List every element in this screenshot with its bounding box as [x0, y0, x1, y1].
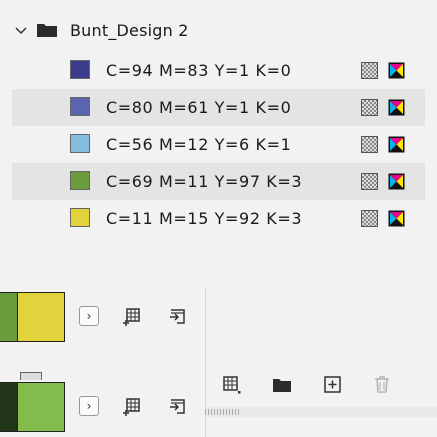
swatch-color-chip: [70, 171, 90, 190]
fill-swatch-panel: ›: [0, 382, 205, 434]
global-color-icon: [361, 62, 378, 79]
swatch-row[interactable]: C=80 M=61 Y=1 K=0: [12, 89, 425, 126]
cmyk-mode-icon: [388, 210, 405, 227]
new-swatch-icon[interactable]: [323, 375, 343, 395]
fill-swatch-panel: ›: [0, 292, 205, 344]
swatch-row[interactable]: C=56 M=12 Y=6 K=1: [12, 126, 425, 163]
swatches-panel: Bunt_Design 2 C=94 M=83 Y=1 K=0 C=80 M=6…: [0, 0, 437, 437]
cmyk-mode-icon: [388, 62, 405, 79]
swatch-label: C=69 M=11 Y=97 K=3: [106, 172, 303, 191]
trash-icon[interactable]: [372, 374, 392, 394]
swatches-toolbar: [205, 366, 437, 406]
partial-swatch-icon: [20, 372, 42, 380]
swatch-label: C=56 M=12 Y=6 K=1: [106, 135, 292, 154]
expand-button[interactable]: ›: [79, 396, 99, 416]
swatch-label: C=80 M=61 Y=1 K=0: [106, 98, 292, 117]
chevron-down-icon[interactable]: [14, 23, 28, 37]
import-icon[interactable]: [168, 397, 188, 417]
global-color-icon: [361, 99, 378, 116]
swatch-color-chip: [70, 134, 90, 153]
fill-color-chip[interactable]: [0, 382, 18, 432]
folder-icon: [37, 24, 57, 37]
swatch-color-chip: [70, 60, 90, 79]
cmyk-mode-icon: [388, 99, 405, 116]
swatch-kind-menu-icon[interactable]: [222, 375, 242, 395]
swatch-color-chip: [70, 208, 90, 227]
swatch-label: C=11 M=15 Y=92 K=3: [106, 209, 303, 228]
swatch-row[interactable]: C=94 M=83 Y=1 K=0: [12, 52, 425, 89]
fill-color-chip[interactable]: [17, 292, 65, 342]
add-to-library-icon[interactable]: [122, 397, 142, 417]
cmyk-mode-icon: [388, 173, 405, 190]
global-color-icon: [361, 136, 378, 153]
horizontal-scrollbar[interactable]: [205, 407, 437, 417]
swatch-color-chip: [70, 97, 90, 116]
global-color-icon: [361, 210, 378, 227]
swatch-group-name: Bunt_Design 2: [70, 20, 189, 40]
folder-icon[interactable]: [272, 375, 292, 395]
fill-color-chip[interactable]: [0, 292, 18, 342]
swatch-label: C=94 M=83 Y=1 K=0: [106, 61, 292, 80]
global-color-icon: [361, 173, 378, 190]
expand-button[interactable]: ›: [79, 306, 99, 326]
cmyk-mode-icon: [388, 136, 405, 153]
add-to-library-icon[interactable]: [122, 307, 142, 327]
swatch-group-header[interactable]: Bunt_Design 2: [12, 14, 189, 46]
swatch-row[interactable]: C=69 M=11 Y=97 K=3: [12, 163, 425, 200]
fill-color-chip[interactable]: [17, 382, 65, 432]
import-icon[interactable]: [168, 307, 188, 327]
scrollbar-thumb[interactable]: [205, 409, 241, 415]
swatch-row[interactable]: C=11 M=15 Y=92 K=3: [12, 200, 425, 237]
